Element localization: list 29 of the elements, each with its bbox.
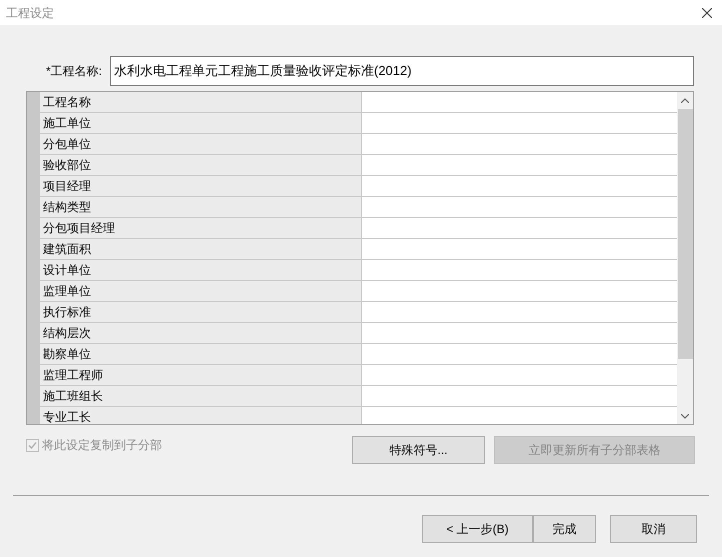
property-label: 专业工长: [40, 407, 362, 424]
property-label: 结构层次: [40, 323, 362, 343]
finish-button[interactable]: 完成: [533, 515, 596, 543]
window-title: 工程设定: [6, 4, 54, 22]
property-label: 分包项目经理: [40, 218, 362, 238]
property-label: 监理工程师: [40, 365, 362, 385]
scrollbar[interactable]: [677, 92, 693, 424]
property-label: 施工单位: [40, 113, 362, 133]
property-label: 结构类型: [40, 197, 362, 217]
special-symbols-button[interactable]: 特殊符号...: [352, 436, 485, 464]
close-icon[interactable]: [702, 8, 712, 18]
cancel-button[interactable]: 取消: [610, 515, 697, 543]
project-name-field[interactable]: 水利水电工程单元工程施工质量验收评定标准(2012): [110, 56, 694, 86]
check-icon: [28, 440, 37, 450]
property-label: 设计单位: [40, 260, 362, 280]
back-button[interactable]: < 上一步(B): [422, 515, 533, 543]
property-label: 监理单位: [40, 281, 362, 301]
property-label: 执行标准: [40, 302, 362, 322]
scroll-thumb[interactable]: [678, 109, 692, 359]
property-label: 施工班组长: [40, 386, 362, 406]
property-label: 项目经理: [40, 176, 362, 196]
property-label: 验收部位: [40, 155, 362, 175]
scroll-down-icon[interactable]: [681, 414, 689, 419]
field-label: *工程名称:: [46, 63, 104, 80]
property-label: 建筑面积: [40, 239, 362, 259]
property-label: 勘察单位: [40, 344, 362, 364]
scroll-up-icon[interactable]: [681, 98, 689, 103]
property-label: 工程名称: [40, 92, 362, 112]
property-label: 分包单位: [40, 134, 362, 154]
